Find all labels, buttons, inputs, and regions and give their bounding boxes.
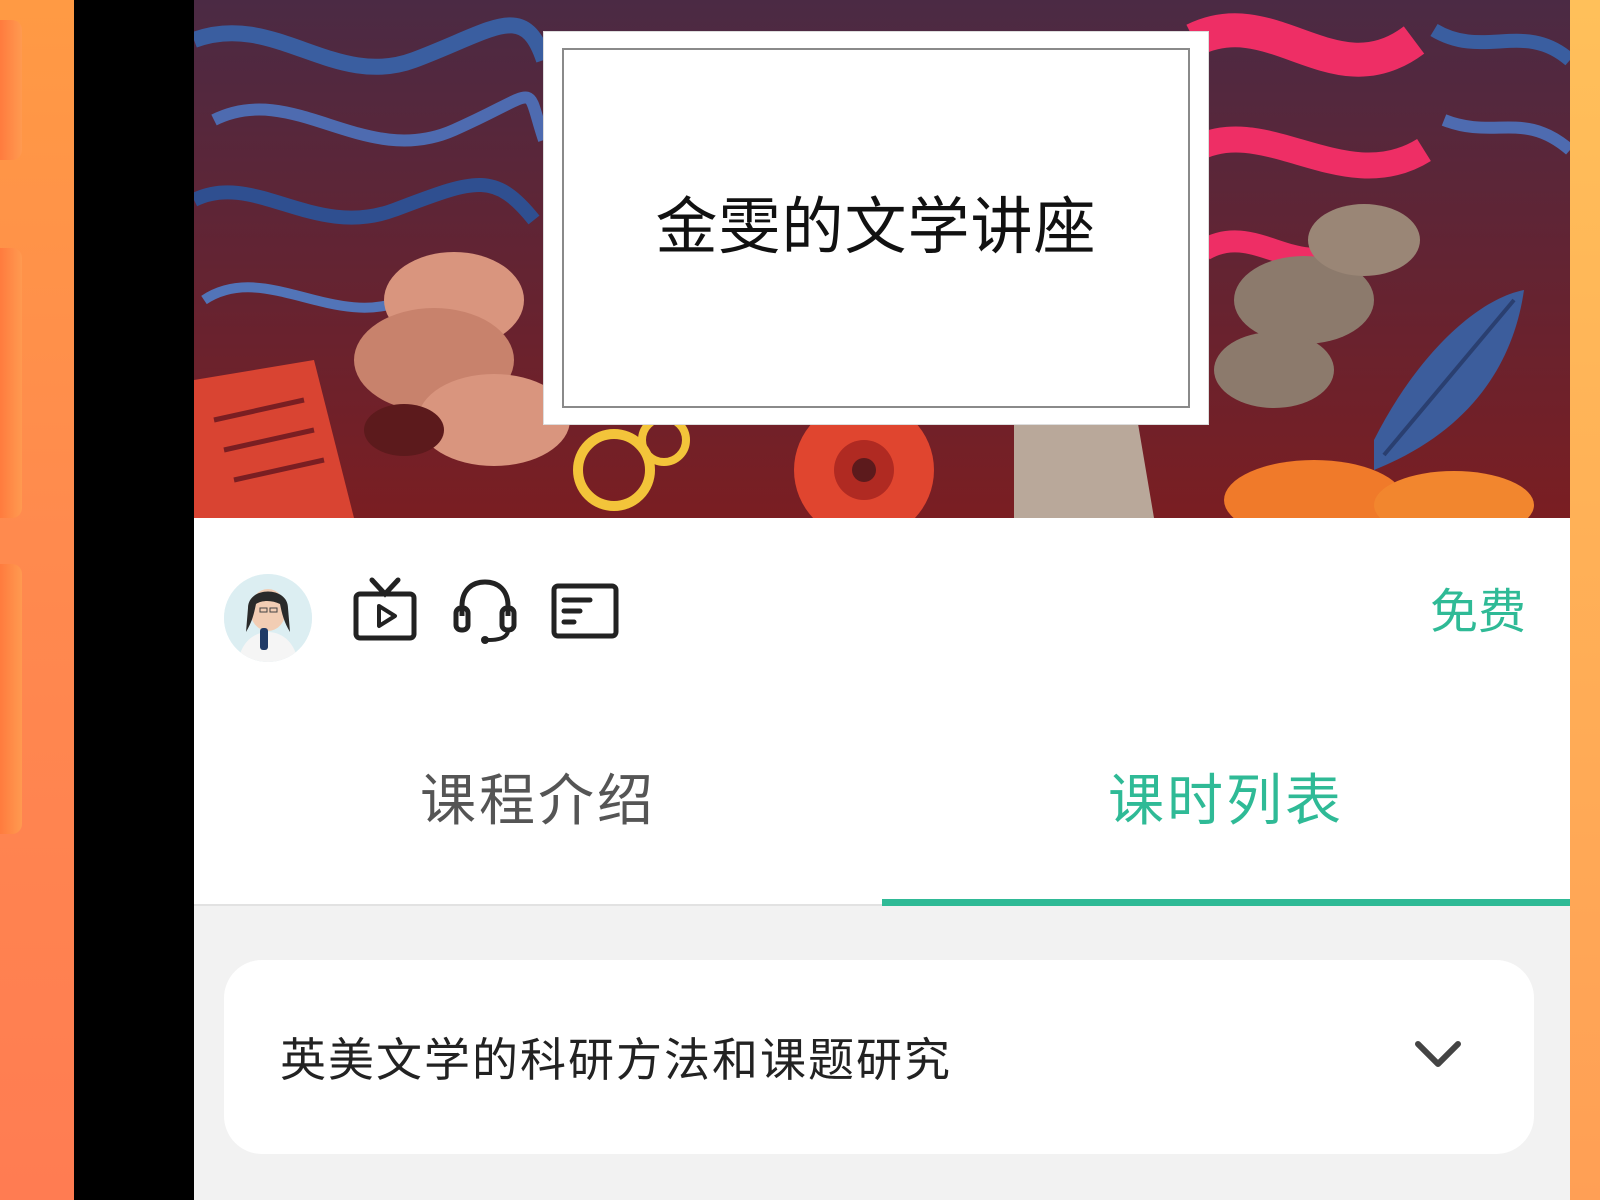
avatar-image	[224, 574, 312, 662]
document-icon	[551, 583, 619, 639]
phone-frame: 金雯的文学讲座 免费 课程介绍 课时列表 英美文学的科研方法和课题研究	[74, 0, 1570, 1200]
tv-icon	[353, 577, 417, 641]
active-tab-indicator	[882, 899, 1570, 906]
course-title: 金雯的文学讲座	[655, 190, 1097, 263]
lesson-section-card[interactable]: 英美文学的科研方法和课题研究	[224, 960, 1534, 1154]
tab-lesson-list[interactable]: 课时列表	[882, 688, 1570, 904]
teacher-avatar[interactable]	[224, 574, 312, 662]
lesson-section-title: 英美文学的科研方法和课题研究	[280, 1033, 952, 1087]
phone-side-button	[0, 564, 22, 834]
banner-title-frame: 金雯的文学讲座	[562, 48, 1190, 408]
banner-title-card: 金雯的文学讲座	[544, 32, 1208, 424]
app-screen: 金雯的文学讲座 免费 课程介绍 课时列表 英美文学的科研方法和课题研究	[194, 0, 1570, 1200]
headset-icon	[453, 579, 517, 644]
phone-side-button	[0, 248, 22, 518]
price-label: 免费	[1429, 584, 1526, 640]
course-tabs: 课程介绍 课时列表	[194, 688, 1570, 906]
phone-side-button	[0, 20, 22, 160]
tab-course-intro[interactable]: 课程介绍	[194, 688, 882, 904]
course-banner: 金雯的文学讲座	[194, 0, 1570, 518]
course-info-row: 免费	[194, 518, 1570, 688]
chevron-down-icon[interactable]	[1414, 1038, 1462, 1072]
